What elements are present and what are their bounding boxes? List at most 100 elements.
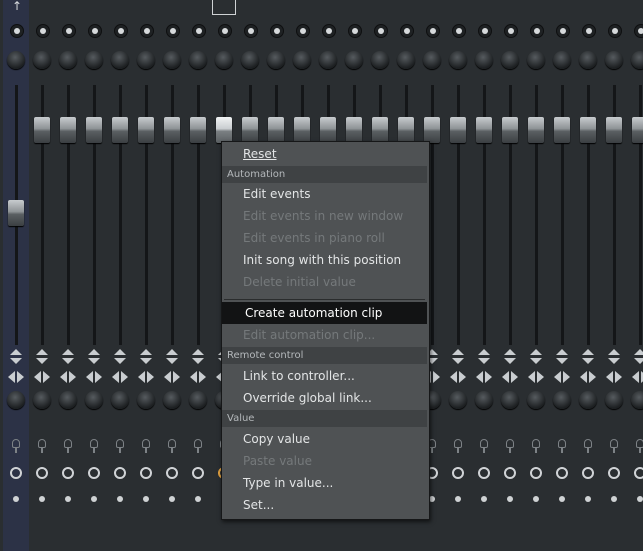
microphone-icon[interactable] — [531, 439, 541, 453]
route-arrows-icon[interactable] — [555, 349, 569, 367]
route-arrows-icon[interactable] — [477, 349, 491, 367]
route-arrows-icon[interactable] — [165, 349, 179, 367]
volume-fader[interactable] — [190, 117, 206, 143]
up-arrow-icon[interactable]: ↑ — [12, 0, 22, 12]
mute-led[interactable] — [270, 24, 284, 38]
stereo-knob[interactable] — [33, 51, 51, 69]
swap-lr-icon[interactable] — [189, 371, 207, 383]
pan-knob[interactable] — [501, 391, 519, 409]
route-arrows-icon[interactable] — [87, 349, 101, 367]
pan-knob[interactable] — [605, 391, 623, 409]
latency-clock-icon[interactable] — [114, 467, 126, 479]
latency-clock-icon[interactable] — [634, 467, 643, 479]
pan-knob[interactable] — [553, 391, 571, 409]
latency-clock-icon[interactable] — [452, 467, 464, 479]
volume-fader[interactable] — [86, 117, 102, 143]
route-arrows-icon[interactable] — [61, 349, 75, 367]
swap-lr-icon[interactable] — [449, 371, 467, 383]
volume-fader[interactable] — [164, 117, 180, 143]
pan-knob[interactable] — [527, 391, 545, 409]
microphone-icon[interactable] — [141, 439, 151, 453]
mute-led[interactable] — [426, 24, 440, 38]
microphone-icon[interactable] — [635, 439, 643, 453]
volume-fader[interactable] — [424, 117, 440, 143]
stereo-knob[interactable] — [345, 51, 363, 69]
microphone-icon[interactable] — [583, 439, 593, 453]
volume-fader[interactable] — [502, 117, 518, 143]
swap-lr-icon[interactable] — [579, 371, 597, 383]
pan-knob[interactable] — [579, 391, 597, 409]
latency-clock-icon[interactable] — [10, 467, 22, 479]
latency-clock-icon[interactable] — [62, 467, 74, 479]
volume-fader[interactable] — [398, 117, 414, 143]
latency-clock-icon[interactable] — [192, 467, 204, 479]
menu-item-edit-events[interactable]: Edit events — [222, 183, 427, 205]
pan-knob[interactable] — [475, 391, 493, 409]
mute-led[interactable] — [478, 24, 492, 38]
stereo-knob[interactable] — [137, 51, 155, 69]
mute-led[interactable] — [322, 24, 336, 38]
stereo-knob[interactable] — [319, 51, 337, 69]
latency-clock-icon[interactable] — [504, 467, 516, 479]
mute-led[interactable] — [218, 24, 232, 38]
microphone-icon[interactable] — [89, 439, 99, 453]
menu-item-copy-value[interactable]: Copy value — [222, 428, 427, 450]
volume-fader[interactable] — [632, 117, 643, 143]
stereo-knob[interactable] — [59, 51, 77, 69]
route-arrows-icon[interactable] — [581, 349, 595, 367]
menu-item-reset[interactable]: Reset — [222, 143, 427, 165]
mute-led[interactable] — [530, 24, 544, 38]
mute-led[interactable] — [374, 24, 388, 38]
microphone-icon[interactable] — [453, 439, 463, 453]
route-arrows-icon[interactable] — [633, 349, 643, 367]
mute-led[interactable] — [348, 24, 362, 38]
mute-led[interactable] — [634, 24, 643, 38]
volume-fader[interactable] — [112, 117, 128, 143]
microphone-icon[interactable] — [557, 439, 567, 453]
stereo-knob[interactable] — [423, 51, 441, 69]
volume-fader[interactable] — [138, 117, 154, 143]
mute-led[interactable] — [608, 24, 622, 38]
mute-led[interactable] — [504, 24, 518, 38]
volume-fader[interactable] — [242, 117, 258, 143]
mute-led[interactable] — [114, 24, 128, 38]
volume-fader[interactable] — [580, 117, 596, 143]
route-arrows-icon[interactable] — [451, 349, 465, 367]
volume-fader[interactable] — [372, 117, 388, 143]
volume-fader[interactable] — [346, 117, 362, 143]
latency-clock-icon[interactable] — [88, 467, 100, 479]
stereo-knob[interactable] — [7, 51, 25, 69]
route-arrows-icon[interactable] — [9, 349, 23, 367]
stereo-knob[interactable] — [241, 51, 259, 69]
route-arrows-icon[interactable] — [191, 349, 205, 367]
mute-led[interactable] — [140, 24, 154, 38]
stereo-knob[interactable] — [501, 51, 519, 69]
route-arrows-icon[interactable] — [139, 349, 153, 367]
volume-fader[interactable] — [528, 117, 544, 143]
mute-led[interactable] — [452, 24, 466, 38]
microphone-icon[interactable] — [11, 439, 21, 453]
pan-knob[interactable] — [33, 391, 51, 409]
stereo-knob[interactable] — [163, 51, 181, 69]
swap-lr-icon[interactable] — [33, 371, 51, 383]
mute-led[interactable] — [244, 24, 258, 38]
swap-lr-icon[interactable] — [85, 371, 103, 383]
latency-clock-icon[interactable] — [166, 467, 178, 479]
microphone-icon[interactable] — [505, 439, 515, 453]
pan-knob[interactable] — [59, 391, 77, 409]
menu-item-override-global-link[interactable]: Override global link... — [222, 387, 427, 409]
mute-led[interactable] — [10, 24, 24, 38]
volume-fader[interactable] — [476, 117, 492, 143]
latency-clock-icon[interactable] — [582, 467, 594, 479]
menu-item-create-automation-clip[interactable]: Create automation clip — [222, 302, 427, 324]
stereo-knob[interactable] — [449, 51, 467, 69]
stereo-knob[interactable] — [553, 51, 571, 69]
microphone-icon[interactable] — [479, 439, 489, 453]
stereo-knob[interactable] — [111, 51, 129, 69]
menu-item-init-song[interactable]: Init song with this position — [222, 249, 427, 271]
swap-lr-icon[interactable] — [475, 371, 493, 383]
volume-fader[interactable] — [216, 117, 232, 143]
mute-led[interactable] — [166, 24, 180, 38]
microphone-icon[interactable] — [63, 439, 73, 453]
stereo-knob[interactable] — [527, 51, 545, 69]
